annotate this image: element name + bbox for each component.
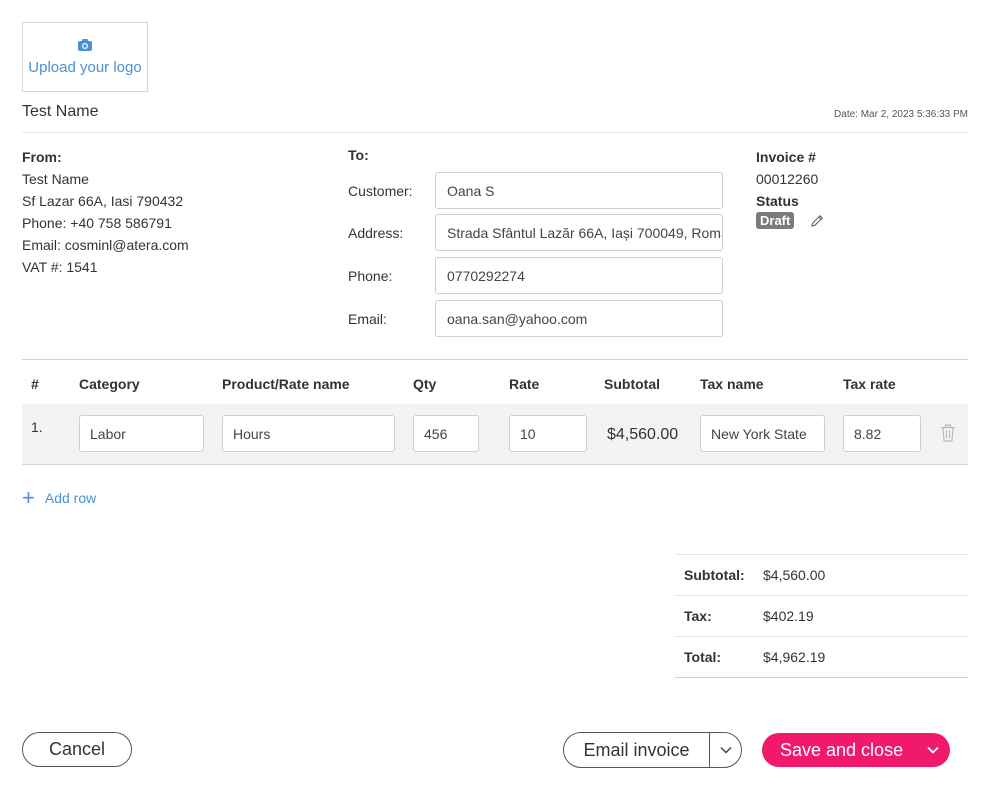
customer-label: Customer: (348, 182, 413, 199)
email-input[interactable]: oana.san@yahoo.com (435, 300, 723, 337)
save-dropdown[interactable] (916, 746, 950, 754)
tax-name-input[interactable]: New York State (700, 415, 825, 452)
email-label: Email: (348, 310, 387, 327)
plus-icon: + (22, 485, 35, 510)
col-header-product: Product/Rate name (222, 376, 350, 392)
pencil-icon[interactable] (810, 214, 824, 228)
email-invoice-dropdown[interactable] (710, 733, 741, 767)
product-input[interactable]: Hours (222, 415, 395, 452)
from-title: From: (22, 149, 62, 165)
from-name: Test Name (22, 171, 89, 187)
customer-row: Customer: Oana S (348, 172, 723, 209)
to-title: To: (348, 147, 369, 163)
tax-value: $402.19 (763, 608, 814, 624)
company-name: Test Name (22, 103, 99, 120)
col-header-category: Category (79, 376, 140, 392)
invoice-number-label: Invoice # (756, 149, 816, 165)
address-input[interactable]: Strada Sfântul Lazăr 66A, Iași 700049, R… (435, 214, 723, 251)
save-and-close-button[interactable]: Save and close (762, 733, 950, 767)
rate-input[interactable]: 10 (509, 415, 587, 452)
invoice-number: 00012260 (756, 171, 819, 187)
customer-input[interactable]: Oana S (435, 172, 723, 209)
chevron-down-icon (719, 746, 732, 754)
trash-icon[interactable] (940, 424, 956, 442)
col-header-tax-name: Tax name (700, 376, 764, 392)
upload-logo-label: Upload your logo (28, 58, 142, 76)
add-row-button[interactable]: + Add row (22, 485, 97, 510)
from-vat: VAT #: 1541 (22, 259, 98, 275)
phone-row: Phone: 0770292274 (348, 257, 723, 294)
total-label: Total: (684, 649, 722, 665)
cancel-button[interactable]: Cancel (22, 732, 132, 767)
col-header-tax-rate: Tax rate (843, 376, 896, 392)
subtotal-label: Subtotal: (684, 567, 745, 583)
camera-icon (78, 38, 92, 51)
phone-label: Phone: (348, 267, 393, 284)
add-row-label: Add row (44, 490, 97, 506)
phone-input[interactable]: 0770292274 (435, 257, 723, 294)
row-subtotal: $4,560.00 (607, 426, 679, 443)
upload-logo-button[interactable]: Upload your logo (22, 22, 148, 92)
subtotal-value: $4,560.00 (763, 567, 826, 583)
status-row: Draft (756, 212, 824, 229)
tax-label: Tax: (684, 608, 712, 624)
col-header-rate: Rate (509, 376, 540, 392)
total-row: Total: $4,962.19 (675, 637, 968, 678)
status-label: Status (756, 193, 799, 209)
save-and-close-label[interactable]: Save and close (762, 740, 916, 761)
tax-row: Tax: $402.19 (675, 596, 968, 637)
totals-panel: Subtotal: $4,560.00 Tax: $402.19 Total: … (675, 554, 968, 678)
category-input[interactable]: Labor (79, 415, 204, 452)
col-header-qty: Qty (413, 376, 437, 392)
email-invoice-button[interactable]: Email invoice (563, 732, 742, 768)
address-label: Address: (348, 224, 404, 241)
chevron-down-icon (927, 746, 939, 754)
invoice-info: Invoice # 00012260 Status Draft (756, 146, 824, 229)
row-number: 1. (31, 419, 43, 435)
from-section: From: Test Name Sf Lazar 66A, Iasi 79043… (22, 146, 189, 278)
from-address: Sf Lazar 66A, Iasi 790432 (22, 193, 184, 209)
qty-input[interactable]: 456 (413, 415, 479, 452)
from-phone: Phone: +40 758 586791 (22, 215, 172, 231)
status-badge: Draft (756, 212, 795, 229)
from-email: Email: cosminl@atera.com (22, 237, 189, 253)
subtotal-row: Subtotal: $4,560.00 (675, 555, 968, 596)
invoice-date: Date: Mar 2, 2023 5:36:33 PM (834, 109, 968, 120)
address-row: Address: Strada Sfântul Lazăr 66A, Iași … (348, 214, 723, 251)
col-header-num: # (31, 376, 39, 392)
divider (22, 359, 968, 360)
divider (22, 132, 968, 133)
email-row: Email: oana.san@yahoo.com (348, 300, 723, 337)
col-header-subtotal: Subtotal (604, 376, 660, 392)
email-invoice-label[interactable]: Email invoice (564, 733, 710, 767)
total-value: $4,962.19 (763, 649, 826, 665)
tax-rate-input[interactable]: 8.82 (843, 415, 921, 452)
